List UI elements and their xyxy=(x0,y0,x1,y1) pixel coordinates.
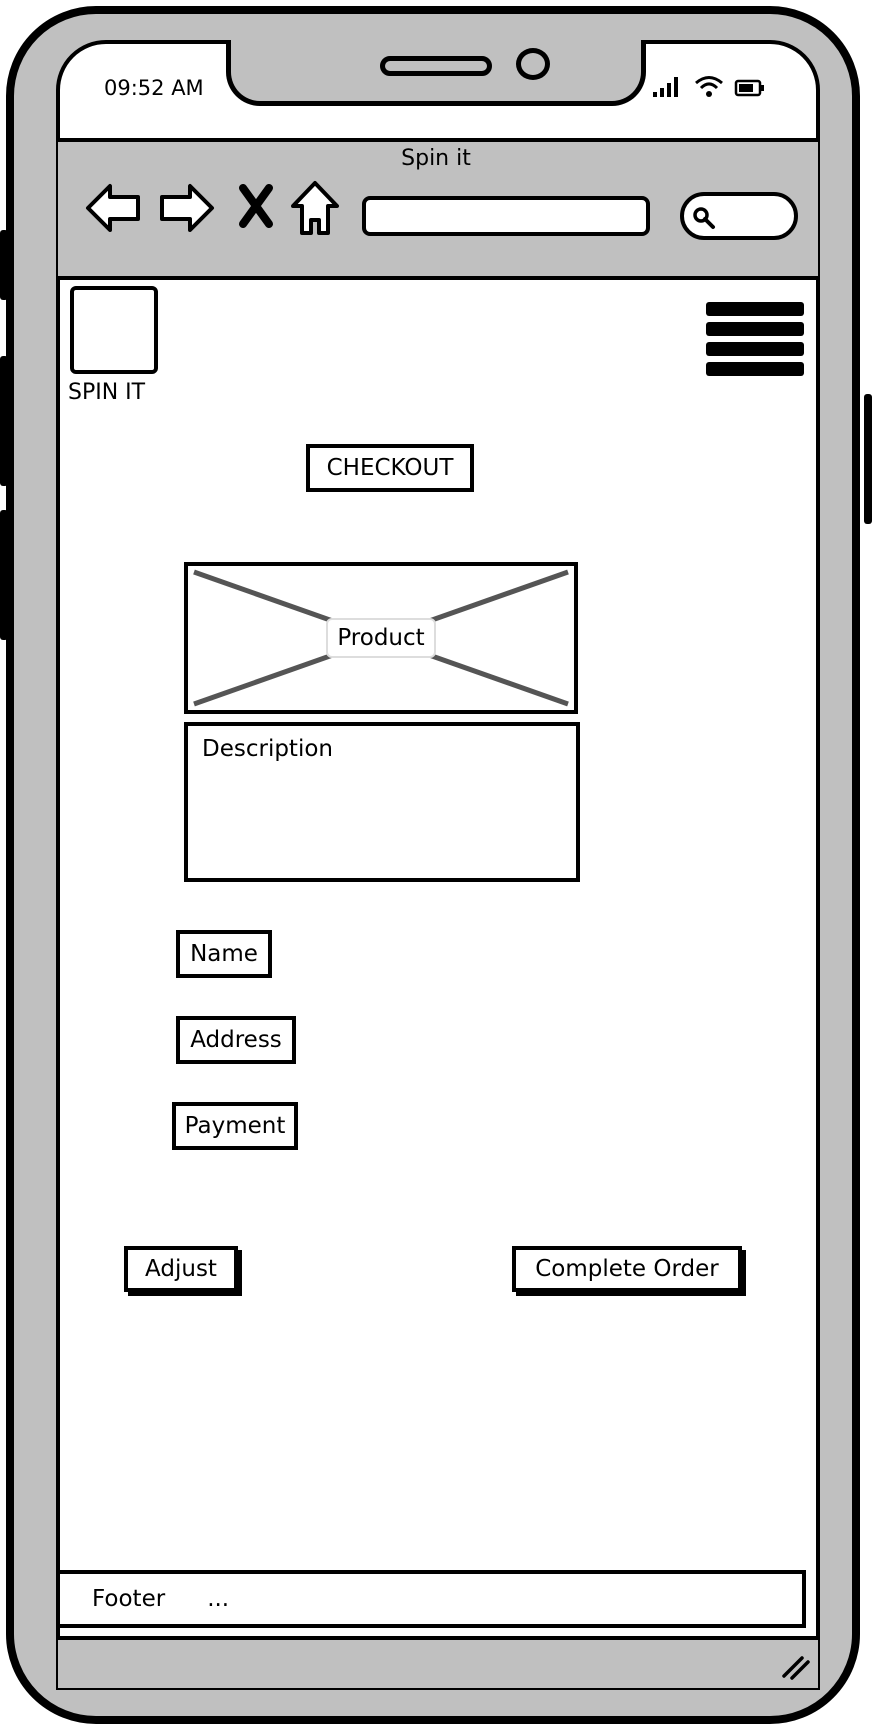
resize-handle-icon[interactable] xyxy=(780,1652,812,1680)
search-icon xyxy=(693,207,715,229)
home-icon[interactable] xyxy=(290,180,340,236)
mute-switch xyxy=(0,510,8,640)
logo-image[interactable] xyxy=(70,286,158,374)
address-field[interactable]: Address xyxy=(176,1016,296,1064)
back-arrow-icon[interactable] xyxy=(84,182,142,234)
close-icon[interactable] xyxy=(238,184,274,228)
volume-up-button xyxy=(0,230,8,300)
adjust-button[interactable]: Adjust xyxy=(124,1246,238,1292)
forward-arrow-icon[interactable] xyxy=(158,182,216,234)
wifi-icon xyxy=(695,76,723,97)
name-field[interactable]: Name xyxy=(176,930,272,978)
search-button[interactable] xyxy=(680,192,798,240)
battery-icon xyxy=(734,79,764,97)
menu-bar xyxy=(706,322,804,336)
bottom-bar xyxy=(58,1636,818,1688)
description-box: Description xyxy=(184,722,580,882)
status-icons xyxy=(652,74,766,98)
url-input[interactable] xyxy=(362,196,650,236)
hamburger-menu-icon[interactable] xyxy=(706,302,804,382)
signal-icon xyxy=(653,77,678,97)
logo-text: SPIN IT xyxy=(68,380,146,405)
payment-field[interactable]: Payment xyxy=(172,1102,298,1150)
power-button xyxy=(864,394,872,524)
checkout-button[interactable]: CHECKOUT xyxy=(306,444,474,492)
footer: Footer ... xyxy=(56,1570,806,1628)
footer-label: Footer xyxy=(92,1586,166,1612)
menu-bar xyxy=(706,362,804,376)
footer-ellipsis: ... xyxy=(207,1586,230,1612)
menu-bar xyxy=(706,302,804,316)
description-label: Description xyxy=(202,736,333,762)
volume-down-button xyxy=(0,356,8,486)
product-label: Product xyxy=(326,618,436,658)
browser-title: Spin it xyxy=(401,146,471,171)
status-time: 09:52 AM xyxy=(104,76,204,100)
speaker-grille xyxy=(380,56,492,76)
menu-bar xyxy=(706,342,804,356)
front-camera xyxy=(516,48,550,80)
complete-order-button[interactable]: Complete Order xyxy=(512,1246,742,1292)
